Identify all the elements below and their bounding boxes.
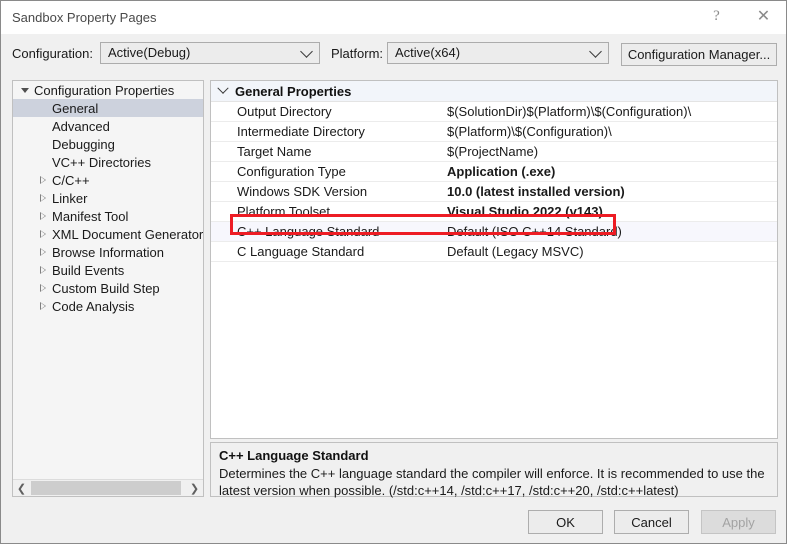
triangle-right-icon[interactable] (35, 297, 51, 315)
sidebar-item-label: Configuration Properties (34, 82, 175, 98)
close-button[interactable]: ✕ (741, 1, 786, 32)
triangle-right-icon[interactable] (35, 189, 51, 207)
sidebar-item-advanced[interactable]: Advanced (13, 117, 203, 135)
triangle-down-icon[interactable] (17, 81, 33, 99)
property-row[interactable]: Configuration Type Application (.exe) (211, 162, 777, 182)
sidebar-item-label: Browse Information (52, 244, 164, 260)
property-tree-panel: Configuration Properties General Advanced D… (12, 80, 204, 497)
platform-value: Active(x64) (395, 45, 461, 60)
triangle-right-icon[interactable] (35, 171, 51, 189)
sidebar-item-debugging[interactable]: Debugging (13, 135, 203, 153)
property-value[interactable]: $(SolutionDir)$(Platform)\$(Configuratio… (447, 104, 691, 119)
sidebar-item-browse-information[interactable]: Browse Information (13, 243, 203, 261)
property-group-title: General Properties (235, 83, 352, 99)
sidebar-item-label: Custom Build Step (52, 280, 160, 296)
property-row[interactable]: Target Name $(ProjectName) (211, 142, 777, 162)
configuration-select[interactable]: Active(Debug) (100, 42, 320, 64)
property-grid: General Properties Output Directory $(Sol… (210, 80, 778, 439)
sidebar-item-build-events[interactable]: Build Events (13, 261, 203, 279)
ok-button[interactable]: OK (528, 510, 603, 534)
property-value[interactable]: Visual Studio 2022 (v143) (447, 204, 603, 219)
chevron-down-icon (300, 45, 313, 58)
sidebar-item-label: VC++ Directories (52, 154, 151, 170)
triangle-right-icon[interactable] (35, 261, 51, 279)
property-name: Platform Toolset (237, 204, 330, 219)
sidebar-item-code-analysis[interactable]: Code Analysis (13, 297, 203, 315)
property-value[interactable]: Default (ISO C++14 Standard) (447, 224, 622, 239)
property-value[interactable]: Application (.exe) (447, 164, 555, 179)
property-name: Intermediate Directory (237, 124, 365, 139)
property-row[interactable]: C Language Standard Default (Legacy MSVC) (211, 242, 777, 262)
sidebar-item-label: Linker (52, 190, 88, 206)
property-value[interactable]: $(Platform)\$(Configuration)\ (447, 124, 612, 139)
sidebar-item-manifest-tool[interactable]: Manifest Tool (13, 207, 203, 225)
property-tree: Configuration Properties General Advanced D… (13, 81, 203, 478)
triangle-right-icon[interactable] (35, 279, 51, 297)
sidebar-item-label: Debugging (52, 136, 115, 152)
sidebar-item-label: General (52, 100, 99, 116)
property-name: Configuration Type (237, 164, 346, 179)
apply-button: Apply (701, 510, 776, 534)
property-row[interactable]: Platform Toolset Visual Studio 2022 (v143… (211, 202, 777, 222)
sidebar-item-linker[interactable]: Linker (13, 189, 203, 207)
close-icon: ✕ (756, 7, 771, 25)
sidebar-item-label: XML Document Generator (52, 226, 203, 242)
property-name: Target Name (237, 144, 312, 159)
question-mark-icon: ? (713, 8, 720, 24)
scrollbar-thumb[interactable] (31, 481, 181, 495)
sidebar-item-label: Manifest Tool (52, 208, 129, 224)
property-name: Windows SDK Version (237, 184, 368, 199)
description-body: Determines the C++ language standard the… (219, 466, 765, 498)
cancel-button[interactable]: Cancel (614, 510, 689, 534)
sidebar-item-label: Code Analysis (52, 298, 135, 314)
triangle-right-icon[interactable] (35, 243, 51, 261)
property-value[interactable]: $(ProjectName) (447, 144, 538, 159)
sidebar-item-custom-build-step[interactable]: Custom Build Step (13, 279, 203, 297)
platform-label: Platform: (331, 46, 384, 61)
sidebar-item-label: Build Events (52, 262, 125, 278)
sidebar-item-c-c[interactable]: C/C++ (13, 171, 203, 189)
property-description-panel: C++ Language Standard Determines the C++… (210, 442, 778, 498)
property-row[interactable]: Intermediate Directory $(Platform)\$(Conf… (211, 122, 777, 142)
window-title: Sandbox Property Pages (12, 10, 157, 25)
triangle-right-icon[interactable] (35, 207, 51, 225)
configuration-label: Configuration: (12, 46, 93, 61)
property-group-header[interactable]: General Properties (211, 81, 777, 102)
configuration-manager-button[interactable]: Configuration Manager... (621, 43, 777, 66)
tree-horizontal-scrollbar[interactable]: ❮ ❯ (13, 479, 203, 496)
sidebar-item-label: C/C++ (52, 172, 90, 188)
property-row[interactable]: Output Directory $(SolutionDir)$(Platform… (211, 102, 777, 122)
chevron-right-icon[interactable]: ❯ (186, 480, 203, 496)
property-value[interactable]: 10.0 (latest installed version) (447, 184, 625, 199)
property-value[interactable]: Default (Legacy MSVC) (447, 244, 584, 259)
configuration-value: Active(Debug) (108, 45, 191, 60)
property-name: C Language Standard (237, 244, 365, 259)
property-name: C++ Language Standard (237, 224, 380, 239)
sidebar-item-configuration-properties[interactable]: Configuration Properties (13, 81, 203, 99)
chevron-left-icon[interactable]: ❮ (13, 480, 30, 496)
title-bar: Sandbox Property Pages ? ✕ (1, 1, 786, 34)
property-pages-dialog: Sandbox Property Pages ? ✕ Configuration… (0, 0, 787, 544)
platform-select[interactable]: Active(x64) (387, 42, 609, 64)
description-title: C++ Language Standard (219, 448, 369, 463)
property-row[interactable]: Windows SDK Version 10.0 (latest installe… (211, 182, 777, 202)
property-row[interactable]: C++ Language Standard Default (ISO C++14 … (211, 222, 777, 242)
sidebar-item-label: Advanced (52, 118, 110, 134)
triangle-right-icon[interactable] (35, 225, 51, 243)
sidebar-item-general[interactable]: General (13, 99, 203, 117)
chevron-down-icon (589, 45, 602, 58)
sidebar-item-xml-document-generator[interactable]: XML Document Generator (13, 225, 203, 243)
sidebar-item-vc-directories[interactable]: VC++ Directories (13, 153, 203, 171)
chevron-down-icon (211, 82, 235, 95)
property-name: Output Directory (237, 104, 332, 119)
property-row-list: Output Directory $(SolutionDir)$(Platform… (211, 102, 777, 262)
help-button[interactable]: ? (694, 1, 739, 32)
